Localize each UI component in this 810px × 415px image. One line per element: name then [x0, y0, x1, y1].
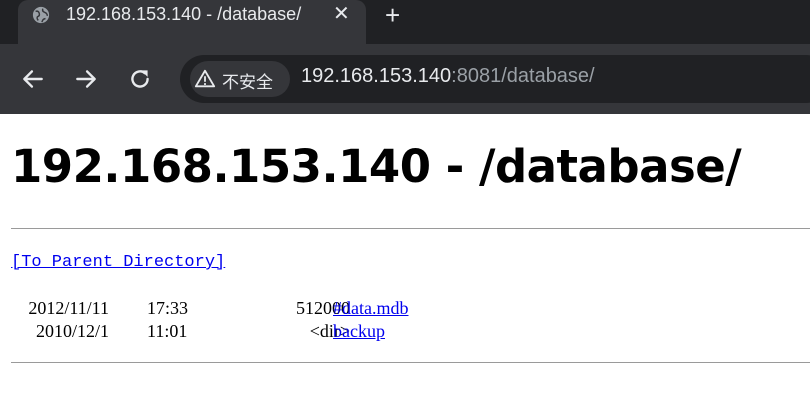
new-tab-icon[interactable]: +: [385, 2, 400, 28]
divider-bottom: [11, 362, 810, 363]
entry-link[interactable]: backup: [333, 321, 385, 342]
tab-close-icon[interactable]: ✕: [333, 4, 350, 24]
entry-time: 11:01: [147, 321, 188, 341]
entry-link[interactable]: #data.mdb: [333, 298, 408, 319]
entry-date: 2010/12/1: [35, 321, 109, 341]
browser-tab[interactable]: 192.168.153.140 - /database/ ✕: [18, 0, 366, 44]
address-bar[interactable]: 不安全 192.168.153.140:8081/database/: [180, 55, 810, 103]
back-arrow-icon[interactable]: [20, 66, 46, 92]
url-host: 192.168.153.140: [301, 65, 452, 87]
url-text[interactable]: 192.168.153.140:8081/database/: [301, 65, 595, 88]
warning-icon: [194, 69, 216, 88]
browser-toolbar: 不安全 192.168.153.140:8081/database/: [0, 44, 810, 114]
page-content: 192.168.153.140 - /database/ [To Parent …: [0, 114, 810, 415]
divider-top: [11, 228, 810, 229]
entry-date: 2012/11/11: [28, 298, 109, 318]
globe-icon: [32, 6, 50, 24]
security-chip[interactable]: 不安全: [190, 61, 290, 97]
tab-title: 192.168.153.140 - /database/: [66, 4, 302, 24]
forward-arrow-icon[interactable]: [73, 66, 99, 92]
tab-strip: 192.168.153.140 - /database/ ✕ +: [0, 0, 810, 44]
page-title: 192.168.153.140 - /database/: [11, 140, 742, 193]
parent-directory-link[interactable]: [To Parent Directory]: [11, 253, 225, 272]
reload-icon[interactable]: [127, 66, 153, 92]
url-path: :8081/database/: [451, 65, 595, 87]
entry-time: 17:33: [147, 298, 189, 318]
security-label: 不安全: [222, 73, 273, 92]
